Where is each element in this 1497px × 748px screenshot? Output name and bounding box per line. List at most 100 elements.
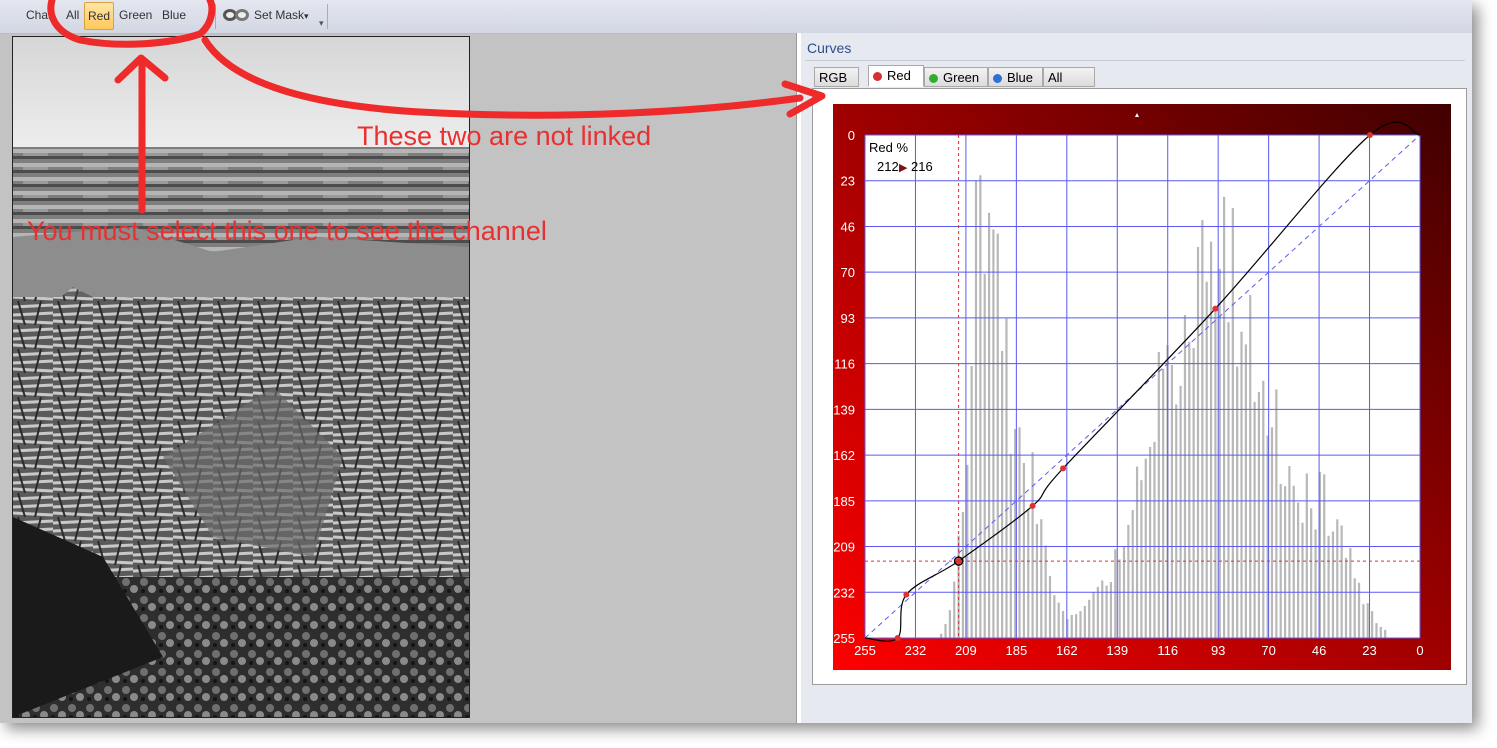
histogram-bar xyxy=(1188,341,1191,638)
histogram-bar xyxy=(1331,531,1335,638)
must-select-note: You must select this one to see the chan… xyxy=(27,216,547,246)
histogram-bar xyxy=(1209,241,1213,638)
toolbar-divider xyxy=(215,4,216,29)
histogram-bar xyxy=(1109,582,1113,638)
y-tick-label: 232 xyxy=(833,585,855,600)
y-tick-label: 23 xyxy=(841,174,855,189)
curve-control-point[interactable] xyxy=(955,558,962,565)
histogram-bar xyxy=(1105,585,1108,638)
curve-control-point[interactable] xyxy=(903,591,910,598)
y-tick-label: 255 xyxy=(833,631,855,646)
x-tick-label: 209 xyxy=(955,643,977,658)
tab-rgb[interactable]: RGB xyxy=(814,67,859,87)
histogram-bar xyxy=(1083,605,1086,638)
panel-title: Curves xyxy=(807,40,852,56)
toolbar-overflow-icon[interactable]: ▾ xyxy=(319,18,324,29)
x-tick-label: 116 xyxy=(1157,643,1178,658)
histogram-bar xyxy=(1070,615,1073,638)
histogram-bar xyxy=(1301,522,1304,638)
histogram-bar xyxy=(1327,535,1330,638)
tab-all[interactable]: All xyxy=(1043,67,1095,87)
histogram-bar xyxy=(1114,549,1117,638)
curves-editor[interactable]: 255 232 209 185 162 139 116 93 70 46 23 0 0 23 46 70 93… xyxy=(833,104,1451,670)
channel-blue-button[interactable]: Blue xyxy=(162,8,186,22)
histogram-bar xyxy=(987,212,991,638)
x-tick-label: 139 xyxy=(1106,643,1128,658)
channel-all-button[interactable]: All xyxy=(66,8,79,22)
histogram-bar xyxy=(1379,626,1382,638)
x-tick-label: 23 xyxy=(1362,643,1376,658)
histogram-bar xyxy=(948,610,951,638)
histogram-bar xyxy=(1323,474,1326,638)
y-tick-label: 0 xyxy=(848,128,855,143)
histogram-bar xyxy=(1040,519,1043,638)
histogram-bar xyxy=(1384,629,1387,638)
histogram-bar xyxy=(1149,446,1152,638)
histogram-bar xyxy=(940,633,943,638)
histogram-bar xyxy=(1061,610,1065,638)
histogram-bar xyxy=(1227,322,1230,638)
histogram-bar xyxy=(1292,485,1295,638)
red-dot-icon xyxy=(873,72,882,82)
histogram-bar xyxy=(1310,508,1313,638)
channel-red-button[interactable]: Red xyxy=(84,2,114,30)
green-dot-icon xyxy=(929,74,938,84)
curve-control-point[interactable] xyxy=(1029,502,1036,509)
histogram-bar xyxy=(1196,246,1200,638)
histogram-bar xyxy=(1057,602,1060,638)
mask-icon[interactable] xyxy=(222,4,250,26)
tab-green[interactable]: Green xyxy=(924,67,988,87)
histogram-bar xyxy=(1270,427,1274,638)
y-tick-label: 139 xyxy=(833,402,855,417)
histogram-bar xyxy=(1344,557,1348,638)
panel-divider xyxy=(805,60,1465,61)
y-tick-label: 70 xyxy=(841,265,855,280)
app-window: Chan All Red Green Blue Set Mask▾ ▾ Curv… xyxy=(0,0,1472,723)
tab-blue[interactable]: Blue xyxy=(988,67,1043,87)
histogram-bar xyxy=(992,229,995,638)
histogram-bar xyxy=(1362,604,1365,638)
set-mask-button[interactable]: Set Mask▾ xyxy=(254,8,309,22)
not-linked-note: These two are not linked xyxy=(357,121,652,151)
curve-control-point[interactable] xyxy=(1060,465,1067,472)
histogram-bar xyxy=(1101,580,1104,638)
y-tick-label: 116 xyxy=(834,357,855,372)
histogram-bar xyxy=(1305,473,1308,638)
x-tick-label: 0 xyxy=(1416,643,1423,658)
histogram-bar xyxy=(1009,453,1012,638)
readout-input: 212 xyxy=(877,159,899,174)
histogram-bar xyxy=(1340,525,1343,638)
curve-control-point[interactable] xyxy=(1366,132,1373,138)
curve-control-point[interactable] xyxy=(894,635,901,641)
histogram-bar xyxy=(1288,466,1291,638)
y-tick-label: 93 xyxy=(841,311,855,326)
histogram-bar xyxy=(1336,519,1339,638)
histogram-bar xyxy=(1005,318,1008,638)
tab-red[interactable]: Red xyxy=(868,65,924,87)
readout-label: Red % xyxy=(869,140,908,155)
channel-green-button[interactable]: Green xyxy=(119,8,152,22)
curves-tab-page: 255 232 209 185 162 139 116 93 70 46 23 0 0 23 46 70 93… xyxy=(812,88,1467,685)
histogram-bar xyxy=(1192,348,1195,638)
histogram-bar xyxy=(1053,595,1056,638)
histogram-bar xyxy=(1257,392,1261,638)
histogram-bar xyxy=(1366,603,1369,638)
blue-dot-icon xyxy=(993,74,1002,84)
histogram-bar xyxy=(1253,401,1256,638)
histogram-bar xyxy=(1175,404,1178,638)
histogram-bar xyxy=(1001,350,1004,638)
histogram-bar xyxy=(1127,524,1130,638)
histogram-bar xyxy=(1031,452,1034,638)
histogram-bar xyxy=(1157,352,1160,638)
x-tick-label: 162 xyxy=(1056,643,1078,658)
histogram-bar xyxy=(979,175,982,638)
toolbar-divider xyxy=(327,4,328,29)
y-tick-label: 46 xyxy=(841,219,855,234)
curve-control-point[interactable] xyxy=(1212,305,1219,312)
histogram-bar xyxy=(1314,529,1317,638)
histogram-bar xyxy=(996,233,999,639)
histogram-bar xyxy=(1375,623,1378,638)
histogram-bar xyxy=(1092,592,1095,638)
channel-label: Chan xyxy=(26,8,55,22)
histogram-bar xyxy=(1244,344,1247,638)
